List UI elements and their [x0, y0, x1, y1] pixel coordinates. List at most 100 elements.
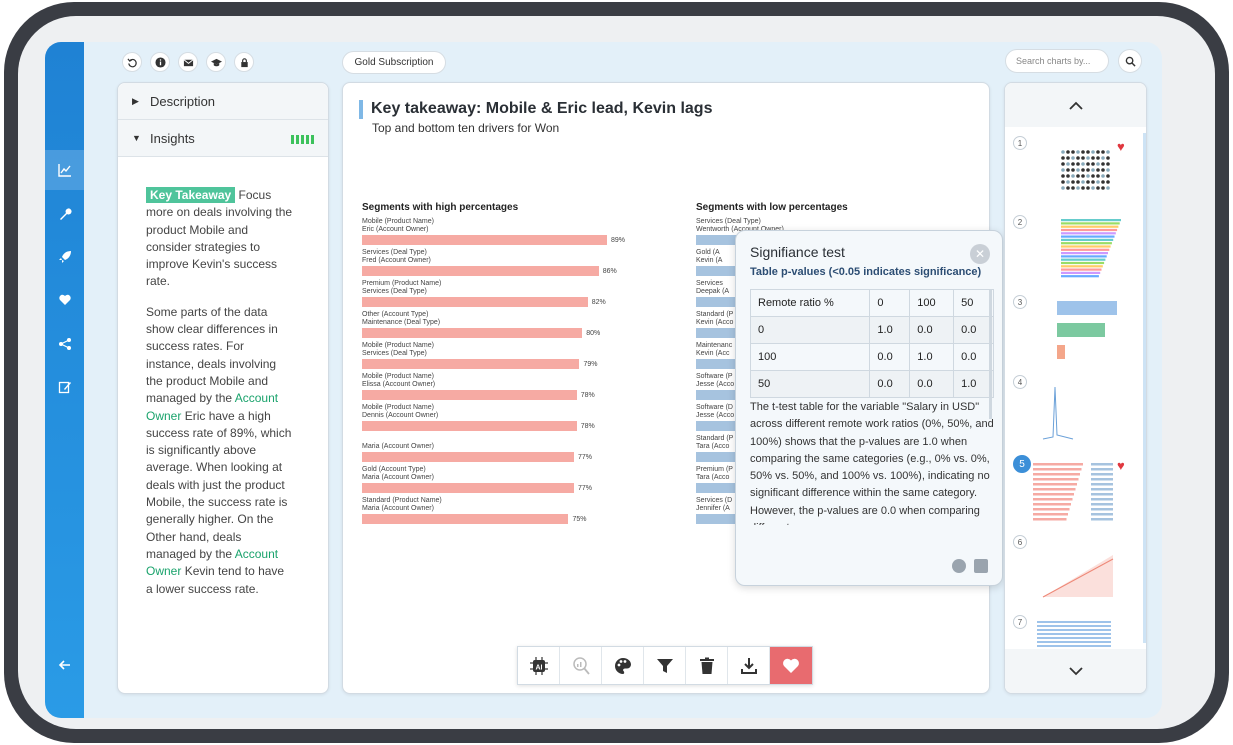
bar-mark [362, 297, 588, 307]
arrow-left-icon [58, 659, 70, 670]
chart-subtitle: Top and bottom ten drivers for Won [372, 121, 560, 135]
table-cell: 0.0 [869, 343, 911, 371]
rail-edit-button[interactable] [51, 373, 78, 400]
scroll-down-button[interactable] [1005, 649, 1146, 693]
insight-body: Key Takeaway Focus more on deals involvi… [146, 187, 294, 611]
thumbnail-number[interactable]: 1 [1013, 136, 1027, 150]
share-icon [58, 337, 71, 350]
favorite-button[interactable] [770, 647, 812, 684]
palette-icon [614, 657, 631, 674]
bar-mark [362, 328, 583, 338]
mail-icon [183, 58, 193, 66]
info-button[interactable] [150, 52, 170, 72]
search-placeholder: Search charts by... [1016, 56, 1091, 66]
caret-down-icon: ▼ [132, 133, 141, 143]
insights-accordion[interactable]: ▼ Insights [118, 120, 328, 157]
chart-thumbnail[interactable] [1033, 537, 1121, 601]
thumbnail-number[interactable]: 5 [1013, 455, 1031, 473]
theme-button[interactable] [602, 647, 644, 684]
favorite-heart-icon[interactable]: ♥ [1117, 139, 1125, 154]
learn-button[interactable] [206, 52, 226, 72]
line-chart-icon [57, 164, 71, 177]
search-icon [1125, 56, 1136, 67]
favorite-heart-icon[interactable]: ♥ [1117, 458, 1125, 473]
signal-strength-icon [291, 135, 314, 144]
undo-button[interactable] [122, 52, 142, 72]
close-icon: ✕ [974, 247, 986, 261]
chart-thumbnail[interactable] [1033, 217, 1121, 281]
trash-icon [699, 657, 714, 674]
title-accent [359, 100, 363, 119]
info-icon[interactable] [952, 559, 966, 573]
thumbnail-number[interactable]: 3 [1013, 295, 1027, 309]
popup-description: The t-test table for the variable "Salar… [750, 401, 994, 525]
delete-button[interactable] [686, 647, 728, 684]
bar-value-label: 89% [611, 237, 626, 244]
insight-paragraph-2: Some parts of the data show clear differ… [146, 304, 294, 598]
thumbnail-number[interactable]: 6 [1013, 535, 1027, 549]
table-cell: 0.0 [909, 316, 955, 344]
mail-button[interactable] [178, 52, 198, 72]
bar-value-label: 75% [572, 516, 587, 523]
bar-value-label: 80% [586, 330, 601, 337]
ai-button[interactable]: AI [518, 647, 560, 684]
caret-right-icon: ▶ [132, 95, 139, 106]
bar-value-label: 79% [583, 361, 598, 368]
rocket-icon [58, 250, 71, 263]
bar-value-label: 77% [577, 454, 592, 461]
copy-icon[interactable] [974, 559, 988, 573]
bar-label: Standard (P Tara (Acco [696, 435, 734, 450]
filter-button[interactable] [644, 647, 686, 684]
bar-label: Software (P Jesse (Acco [696, 373, 735, 388]
subscription-badge[interactable]: Gold Subscription [342, 51, 446, 74]
chart-thumbnail[interactable] [1033, 457, 1121, 521]
rail-launch-button[interactable] [51, 243, 78, 270]
table-row: 0 1.0 0.0 0.0 [749, 316, 994, 344]
bar-label: Services (Deal Type) Fred (Account Owner… [362, 249, 431, 264]
search-button[interactable] [1118, 49, 1142, 73]
thumbnail-number[interactable]: 4 [1013, 375, 1027, 389]
search-input[interactable]: Search charts by... [1005, 49, 1109, 73]
popup-subtitle: Table p-values (<0.05 indicates signific… [750, 266, 982, 278]
chart-thumbnail[interactable] [1033, 297, 1121, 361]
svg-text:AI: AI [535, 664, 542, 671]
table-cell: 50 [749, 370, 871, 398]
description-accordion[interactable]: ▶ Description [118, 83, 328, 120]
scroll-up-button[interactable] [1005, 83, 1146, 127]
download-button[interactable] [728, 647, 770, 684]
bar-value-label: 86% [602, 268, 617, 275]
rail-tools-button[interactable] [51, 200, 78, 227]
bar-label: Software (D Jesse (Acco [696, 404, 735, 419]
thumbnail-number[interactable]: 7 [1013, 615, 1027, 629]
insights-label: Insights [150, 130, 195, 146]
magnify-chart-icon [572, 656, 590, 675]
thumbnail-number[interactable]: 2 [1013, 215, 1027, 229]
header-cell: Remote ratio % [749, 289, 871, 317]
bar-mark [362, 452, 574, 462]
table-row: 50 0.0 0.0 1.0 [749, 370, 994, 398]
bar-label: Premium (Product Name) Services (Deal Ty… [362, 280, 442, 295]
rail-charts-button[interactable] [45, 150, 84, 190]
bar-mark [362, 483, 574, 493]
close-button[interactable]: ✕ [970, 244, 990, 264]
rail-collapse-button[interactable] [51, 651, 78, 678]
header-cell: 100 [909, 289, 955, 317]
chart-thumbnail[interactable] [1033, 377, 1121, 441]
bar-label: Mobile (Product Name) Eric (Account Owne… [362, 218, 434, 233]
rail-favorites-button[interactable] [51, 286, 78, 313]
lock-button[interactable] [234, 52, 254, 72]
undo-icon [126, 57, 137, 67]
rail-share-button[interactable] [51, 330, 78, 357]
chart-thumbnail[interactable] [1033, 138, 1121, 202]
app-screen: Gold Subscription Search charts by... ▶ … [45, 42, 1162, 718]
table-cell: 0.0 [869, 370, 911, 398]
analyze-button[interactable] [560, 647, 602, 684]
table-cell: 0.0 [953, 343, 994, 371]
thumbnail-scrollbar[interactable] [1143, 133, 1146, 643]
chevron-up-icon [1068, 101, 1083, 110]
edit-icon [58, 381, 71, 393]
bar-label: Other (Account Type) Maintenance (Deal T… [362, 311, 441, 326]
bar-label: Maria (Account Owner) [362, 443, 434, 450]
bar-label: Standard (P Kevin (Acco [696, 311, 734, 326]
bar-label: Mobile (Product Name) Services (Deal Typ… [362, 342, 434, 357]
